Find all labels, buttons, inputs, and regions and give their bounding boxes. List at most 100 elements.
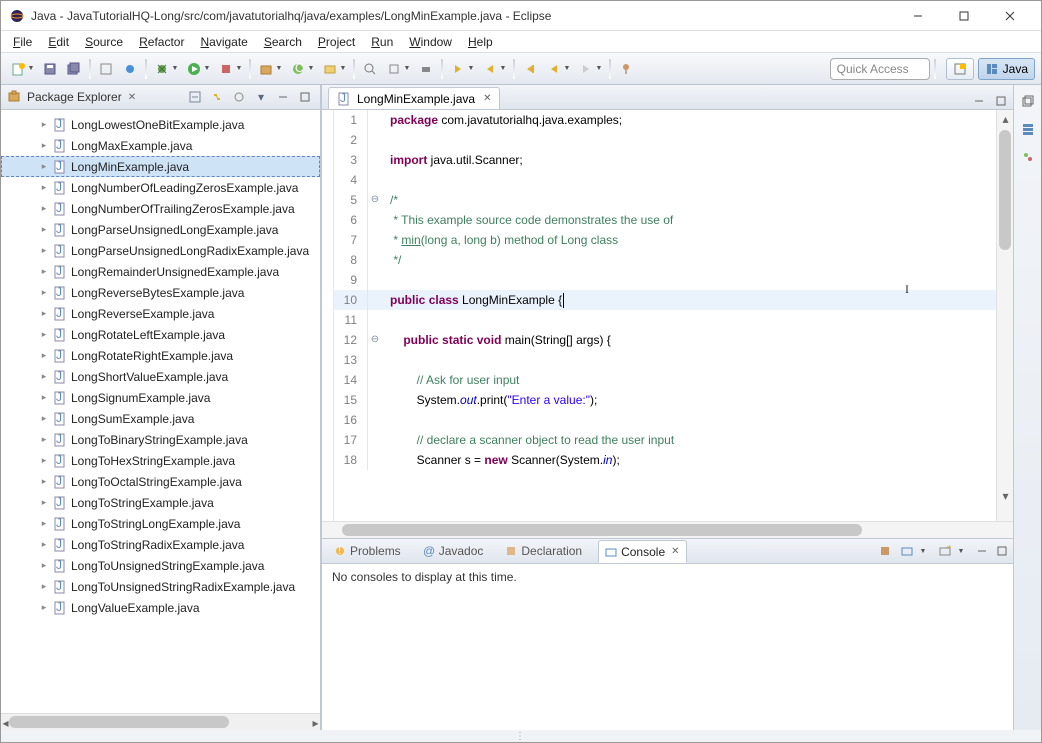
tab-problems[interactable]: !Problems xyxy=(328,542,407,560)
menu-run[interactable]: Run xyxy=(363,33,401,51)
view-menu-button[interactable]: ▾ xyxy=(252,88,270,106)
menu-navigate[interactable]: Navigate xyxy=(192,33,255,51)
code-line[interactable]: 16 xyxy=(334,410,996,430)
expand-arrow-icon[interactable]: ▸ xyxy=(39,476,49,487)
code-line[interactable]: 10public class LongMinExample { xyxy=(334,290,996,310)
code-line[interactable]: 3import java.util.Scanner; xyxy=(334,150,996,170)
tab-javadoc[interactable]: @Javadoc xyxy=(417,542,490,560)
tree-item[interactable]: ▸JLongParseUnsignedLongExample.java xyxy=(1,219,320,240)
expand-arrow-icon[interactable]: ▸ xyxy=(39,203,49,214)
toggle-mark-button[interactable] xyxy=(383,58,405,80)
menu-window[interactable]: Window xyxy=(401,33,460,51)
code-line[interactable]: 11 xyxy=(334,310,996,330)
code-line[interactable]: 5⊖/* xyxy=(334,190,996,210)
tree-item[interactable]: ▸JLongMinExample.java xyxy=(1,156,320,177)
dropdown-icon[interactable]: ▼ xyxy=(499,65,507,72)
breakpoint-gutter[interactable] xyxy=(322,110,334,521)
editor-horizontal-scrollbar[interactable] xyxy=(322,521,1013,538)
menu-search[interactable]: Search xyxy=(256,33,310,51)
tree-item[interactable]: ▸JLongParseUnsignedLongRadixExample.java xyxy=(1,240,320,261)
tree-item[interactable]: ▸JLongRotateRightExample.java xyxy=(1,345,320,366)
scroll-down-icon[interactable]: ▾ xyxy=(997,487,1013,504)
tree-item[interactable]: ▸JLongRemainderUnsignedExample.java xyxy=(1,261,320,282)
tree-item[interactable]: ▸JLongToUnsignedStringRadixExample.java xyxy=(1,576,320,597)
skip-breakpoints-button[interactable] xyxy=(119,58,141,80)
minimize-editor-button[interactable] xyxy=(971,93,987,109)
dropdown-icon[interactable]: ▼ xyxy=(595,65,603,72)
menu-edit[interactable]: Edit xyxy=(40,33,77,51)
run-button[interactable] xyxy=(183,58,205,80)
tree-item[interactable]: ▸JLongToStringLongExample.java xyxy=(1,513,320,534)
tree-item[interactable]: ▸JLongToUnsignedStringExample.java xyxy=(1,555,320,576)
code-line[interactable]: 18 Scanner s = new Scanner(System.in); xyxy=(334,450,996,470)
dropdown-icon[interactable]: ▼ xyxy=(307,65,315,72)
dropdown-icon[interactable]: ▼ xyxy=(203,65,211,72)
code-line[interactable]: 6 * This example source code demonstrate… xyxy=(334,210,996,230)
expand-arrow-icon[interactable]: ▸ xyxy=(39,308,49,319)
new-console-button[interactable]: + xyxy=(939,545,951,557)
code-editor[interactable]: 1package com.javatutorialhq.java.example… xyxy=(322,110,1013,521)
expand-arrow-icon[interactable]: ▸ xyxy=(39,539,49,550)
fold-marker[interactable]: ⊖ xyxy=(368,330,382,350)
expand-arrow-icon[interactable]: ▸ xyxy=(39,287,49,298)
code-line[interactable]: 7 * min(long a, long b) method of Long c… xyxy=(334,230,996,250)
tree-item[interactable]: ▸JLongMaxExample.java xyxy=(1,135,320,156)
menu-project[interactable]: Project xyxy=(310,33,363,51)
dropdown-icon[interactable]: ▼ xyxy=(275,65,283,72)
expand-arrow-icon[interactable]: ▸ xyxy=(39,329,49,340)
fold-marker[interactable]: ⊖ xyxy=(368,190,382,210)
scroll-thumb[interactable] xyxy=(9,716,229,728)
minimize-view-button[interactable] xyxy=(274,88,292,106)
dropdown-icon[interactable]: ▼ xyxy=(235,65,243,72)
print-button[interactable] xyxy=(415,58,437,80)
code-line[interactable]: 14 // Ask for user input xyxy=(334,370,996,390)
pin-editor-button[interactable] xyxy=(615,58,637,80)
editor-tab[interactable]: J LongMinExample.java ✕ xyxy=(328,87,500,109)
collapse-all-button[interactable] xyxy=(186,88,204,106)
search-button[interactable] xyxy=(359,58,381,80)
code-line[interactable]: 17 // declare a scanner object to read t… xyxy=(334,430,996,450)
new-class-button[interactable]: C xyxy=(287,58,309,80)
code-line[interactable]: 8 */ xyxy=(334,250,996,270)
tree-item[interactable]: ▸JLongValueExample.java xyxy=(1,597,320,618)
outline-icon[interactable] xyxy=(1018,147,1038,167)
package-tree[interactable]: ▸JLongLowestOneBitExample.java▸JLongMaxE… xyxy=(1,110,320,713)
scroll-up-icon[interactable]: ▴ xyxy=(997,110,1013,127)
dropdown-icon[interactable]: ▼ xyxy=(339,65,347,72)
tree-item[interactable]: ▸JLongReverseBytesExample.java xyxy=(1,282,320,303)
tree-item[interactable]: ▸JLongToHexStringExample.java xyxy=(1,450,320,471)
tree-item[interactable]: ▸JLongToStringRadixExample.java xyxy=(1,534,320,555)
dropdown-icon[interactable]: ▼ xyxy=(171,65,179,72)
tree-item[interactable]: ▸JLongRotateLeftExample.java xyxy=(1,324,320,345)
code-line[interactable]: 9 xyxy=(334,270,996,290)
expand-arrow-icon[interactable]: ▸ xyxy=(39,245,49,256)
code-line[interactable]: 15 System.out.print("Enter a value:"); xyxy=(334,390,996,410)
task-list-icon[interactable] xyxy=(1018,119,1038,139)
expand-arrow-icon[interactable]: ▸ xyxy=(39,434,49,445)
expand-arrow-icon[interactable]: ▸ xyxy=(39,560,49,571)
focus-task-button[interactable] xyxy=(230,88,248,106)
menu-refactor[interactable]: Refactor xyxy=(131,33,192,51)
expand-arrow-icon[interactable]: ▸ xyxy=(39,518,49,529)
expand-arrow-icon[interactable]: ▸ xyxy=(39,350,49,361)
open-task-button[interactable] xyxy=(319,58,341,80)
menu-source[interactable]: Source xyxy=(77,33,131,51)
expand-arrow-icon[interactable]: ▸ xyxy=(39,602,49,613)
code-line[interactable]: 4 xyxy=(334,170,996,190)
minimize-bottom-button[interactable] xyxy=(977,546,987,556)
dropdown-icon[interactable]: ▼ xyxy=(403,65,411,72)
close-icon[interactable]: ✕ xyxy=(671,546,679,557)
expand-arrow-icon[interactable]: ▸ xyxy=(39,182,49,193)
tree-item[interactable]: ▸JLongToBinaryStringExample.java xyxy=(1,429,320,450)
close-button[interactable] xyxy=(987,1,1033,31)
expand-arrow-icon[interactable]: ▸ xyxy=(39,371,49,382)
expand-arrow-icon[interactable]: ▸ xyxy=(39,413,49,424)
new-button[interactable] xyxy=(7,58,29,80)
open-type-button[interactable] xyxy=(95,58,117,80)
restore-icon[interactable] xyxy=(1018,91,1038,111)
debug-button[interactable] xyxy=(151,58,173,80)
next-annotation-button[interactable] xyxy=(447,58,469,80)
dropdown-icon[interactable]: ▼ xyxy=(467,65,475,72)
pin-console-button[interactable] xyxy=(879,545,891,557)
tree-item[interactable]: ▸JLongNumberOfTrailingZerosExample.java xyxy=(1,198,320,219)
